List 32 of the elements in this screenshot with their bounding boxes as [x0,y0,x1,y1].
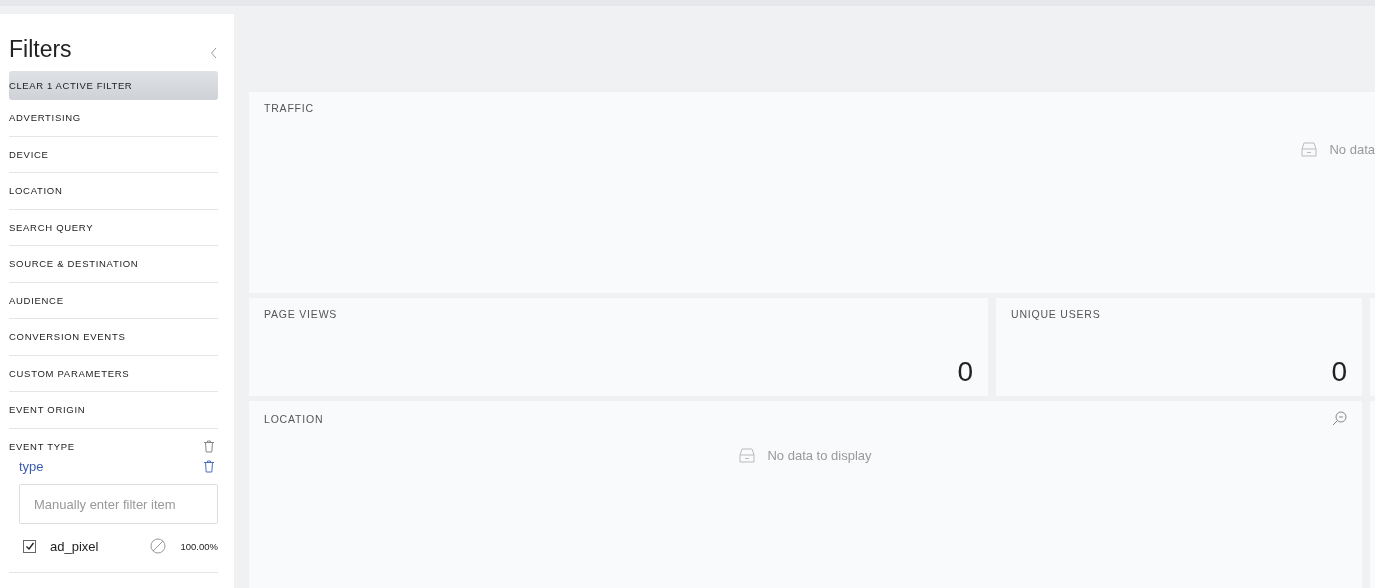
filter-field[interactable]: type [19,458,44,474]
filter-category[interactable]: DEVICE [9,148,49,160]
value-share: 100.00% [180,540,218,552]
sidebar-title: Filters [9,36,72,63]
zoom-out-icon[interactable] [1332,411,1347,426]
filter-category[interactable]: EVENT TYPE [9,440,75,452]
filter-category[interactable]: EVENT ORIGIN [9,404,86,416]
filter-category[interactable]: AUDIENCE [9,294,64,306]
filter-category[interactable]: CONVERSION EVENTS [9,331,126,343]
filter-category[interactable]: LOCATION [9,185,63,197]
exclude-icon[interactable] [150,538,167,554]
collapse-icon[interactable] [210,46,218,59]
card-title: PAGE VIEWS [264,308,339,320]
filter-value: ad_pixel [50,538,100,554]
trash-icon[interactable] [203,439,215,453]
checkbox[interactable] [23,539,36,553]
empty-message: No data to display [767,448,872,463]
card-title: TRAFFIC [264,102,315,114]
card-title: UNIQUE USERS [1011,308,1102,320]
inbox-icon [1301,142,1318,157]
trash-icon[interactable] [203,459,215,473]
metric-value: 0 [1331,356,1347,388]
card-title: LOCATION [264,412,324,425]
filter-category[interactable]: SEARCH QUERY [9,221,94,233]
inbox-icon [739,448,756,463]
metric-value: 0 [957,356,973,388]
empty-message: No data [1329,142,1375,157]
filter-category[interactable]: CUSTOM PARAMETERS [9,367,130,379]
clear-filters-button[interactable]: CLEAR 1 ACTIVE FILTER [9,71,218,100]
filter-category[interactable]: ADVERTISING [9,112,81,124]
filter-category[interactable]: SOURCE & DESTINATION [9,258,139,270]
filter-input[interactable]: Manually enter filter item [19,484,218,524]
